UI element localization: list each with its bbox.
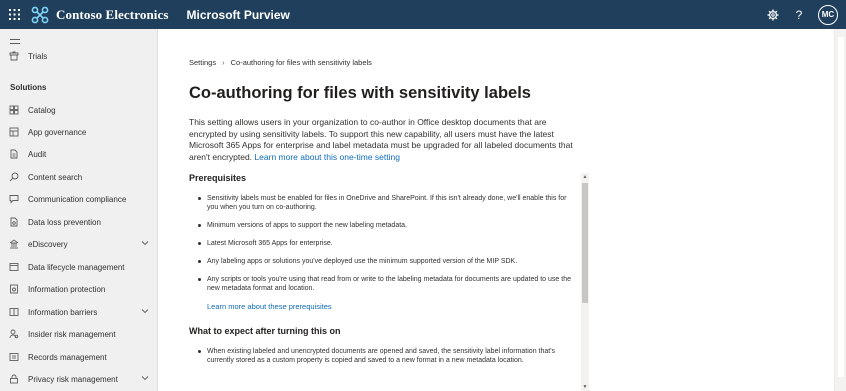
- sidebar-item-catalog[interactable]: Catalog: [0, 99, 158, 121]
- sidebar-item-label: Data loss prevention: [28, 217, 101, 227]
- lock-icon: [0, 284, 28, 294]
- main-content: Settings › Co-authoring for files with s…: [159, 29, 819, 391]
- sidebar-item-label: Information protection: [28, 284, 106, 294]
- sidebar-item-label: Information barriers: [28, 307, 98, 317]
- catalog-icon: [0, 105, 28, 115]
- page-scrollbar[interactable]: [834, 29, 846, 391]
- breadcrumb: Settings › Co-authoring for files with s…: [189, 58, 372, 67]
- sidebar-item-information-protection[interactable]: Information protection: [0, 278, 158, 300]
- sidebar-item-label: Trials: [28, 51, 48, 61]
- what-to-expect-heading: What to expect after turning this on: [189, 326, 341, 336]
- prerequisites-list: Sensitivity labels must be enabled for f…: [189, 194, 581, 293]
- app-governance-icon: [0, 127, 28, 137]
- list-item: When existing labeled and unencrypted do…: [189, 347, 575, 365]
- page-scrollbar-thumb[interactable]: [838, 37, 844, 377]
- brand-name[interactable]: Contoso Electronics: [56, 7, 169, 23]
- learn-more-setting-link[interactable]: Learn more about this one-time setting: [254, 152, 400, 162]
- sidebar-item-label: Records management: [28, 352, 107, 362]
- page-title: Co-authoring for files with sensitivity …: [189, 84, 531, 102]
- sidebar-item-app-governance[interactable]: App governance: [0, 121, 158, 143]
- ediscovery-icon: [0, 239, 28, 249]
- help-icon[interactable]: ?: [786, 0, 812, 29]
- search-icon: [0, 172, 28, 182]
- insider-risk-icon: [0, 329, 28, 339]
- intro-text: This setting allows users in your organi…: [189, 117, 584, 163]
- prerequisites-heading: Prerequisites: [189, 173, 247, 183]
- audit-icon: [0, 149, 28, 159]
- chevron-right-icon: ›: [222, 58, 225, 67]
- chevron-down-icon[interactable]: [141, 239, 149, 248]
- sidebar-item-label: Content search: [28, 172, 83, 182]
- scroll-down-icon[interactable]: ▼: [581, 383, 589, 391]
- sidebar: Trials Solutions Catalog App governance …: [0, 29, 158, 391]
- lifecycle-icon: [0, 262, 28, 272]
- sidebar-item-data-loss-prevention[interactable]: Data loss prevention: [0, 211, 158, 233]
- sidebar-item-label: eDiscovery: [28, 239, 68, 249]
- sidebar-item-data-lifecycle-management[interactable]: Data lifecycle management: [0, 256, 158, 278]
- app-name[interactable]: Microsoft Purview: [187, 8, 290, 22]
- breadcrumb-settings[interactable]: Settings: [189, 58, 216, 67]
- breadcrumb-current: Co-authoring for files with sensitivity …: [230, 58, 372, 67]
- list-item: Sensitivity labels must be enabled for f…: [189, 194, 575, 212]
- panel-scrollbar[interactable]: ▲ ▼: [581, 173, 589, 391]
- privacy-icon: [0, 374, 28, 384]
- sidebar-item-communication-compliance[interactable]: Communication compliance: [0, 188, 158, 210]
- panel-scrollbar-thumb[interactable]: [582, 183, 588, 303]
- sidebar-item-records-management[interactable]: Records management: [0, 346, 158, 368]
- expect-list: When existing labeled and unencrypted do…: [189, 347, 581, 365]
- contoso-logo-icon: [30, 5, 50, 25]
- chevron-down-icon[interactable]: [141, 307, 149, 316]
- sidebar-item-label: Catalog: [28, 105, 56, 115]
- sidebar-item-privacy-risk-management[interactable]: Privacy risk management: [0, 368, 158, 390]
- sidebar-item-label: Data lifecycle management: [28, 262, 125, 272]
- list-item: Minimum versions of apps to support the …: [189, 221, 575, 230]
- sidebar-item-label: Insider risk management: [28, 329, 116, 339]
- top-bar: Contoso Electronics Microsoft Purview ? …: [0, 0, 846, 29]
- gear-icon[interactable]: [760, 0, 786, 29]
- list-item: Any labeling apps or solutions you've de…: [189, 257, 575, 266]
- avatar[interactable]: MC: [818, 4, 838, 25]
- shield-icon: [0, 217, 28, 227]
- sidebar-item-label: Communication compliance: [28, 194, 127, 204]
- sidebar-item-label: Audit: [28, 149, 47, 159]
- sidebar-item-audit[interactable]: Audit: [0, 143, 158, 165]
- sidebar-item-trials[interactable]: Trials: [0, 45, 158, 67]
- sidebar-item-label: App governance: [28, 127, 87, 137]
- chevron-down-icon[interactable]: [141, 374, 149, 383]
- sidebar-item-ediscovery[interactable]: eDiscovery: [0, 233, 158, 255]
- details-panel[interactable]: Prerequisites Sensitivity labels must be…: [189, 173, 591, 391]
- sidebar-item-label: Privacy risk management: [28, 374, 118, 384]
- learn-more-prerequisites-link[interactable]: Learn more about these prerequisites: [207, 302, 581, 311]
- records-icon: [0, 352, 28, 362]
- sidebar-item-insider-risk-management[interactable]: Insider risk management: [0, 323, 158, 345]
- sidebar-item-content-search[interactable]: Content search: [0, 166, 158, 188]
- trials-icon: [0, 51, 28, 61]
- sidebar-item-information-barriers[interactable]: Information barriers: [0, 301, 158, 323]
- sidebar-section-solutions: Solutions: [10, 83, 47, 92]
- list-item: Latest Microsoft 365 Apps for enterprise…: [189, 239, 575, 248]
- scroll-up-icon[interactable]: ▲: [581, 173, 589, 181]
- barrier-icon: [0, 307, 28, 317]
- communication-icon: [0, 194, 28, 204]
- list-item: Any scripts or tools you're using that r…: [189, 275, 575, 293]
- app-launcher-icon[interactable]: [0, 0, 28, 29]
